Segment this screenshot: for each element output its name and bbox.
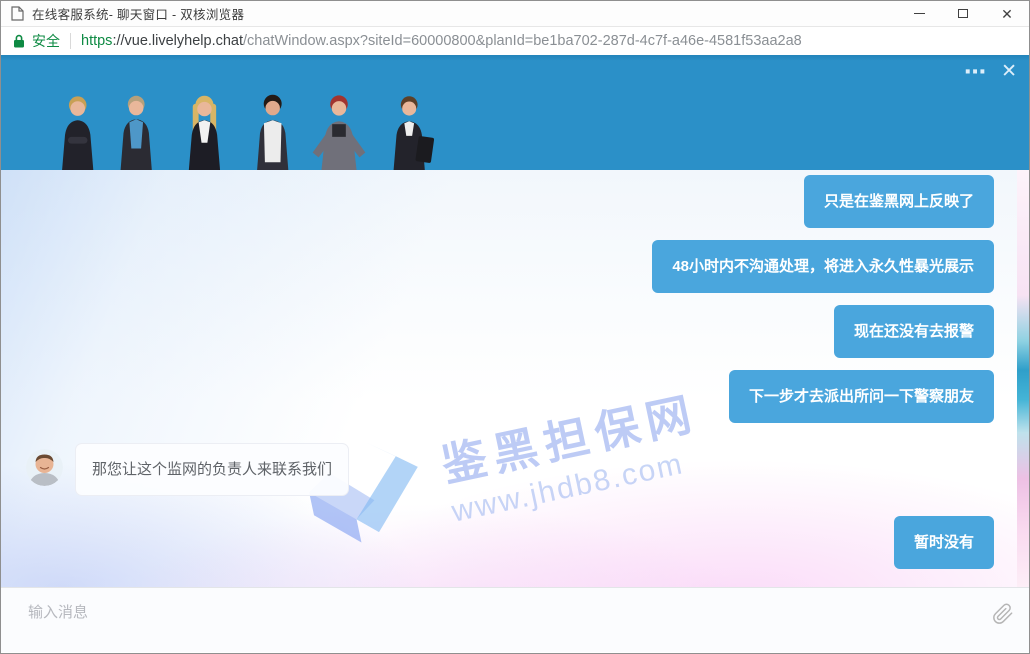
maximize-icon bbox=[958, 9, 968, 18]
chat-bubble-outgoing: 暂时没有 bbox=[894, 516, 994, 569]
person-5 bbox=[313, 95, 366, 170]
chat-bubble-outgoing: 只是在鉴黑网上反映了 bbox=[804, 175, 994, 228]
maximize-button[interactable] bbox=[941, 1, 985, 26]
message-input[interactable] bbox=[1, 588, 1029, 652]
chat-close-icon[interactable]: ✕ bbox=[1001, 61, 1017, 83]
chat-bubble-outgoing: 现在还没有去报警 bbox=[834, 305, 994, 358]
address-bar[interactable]: 安全 https://vue.livelyhelp.chat/chatWindo… bbox=[1, 27, 1029, 55]
message-row: 现在还没有去报警 bbox=[26, 305, 994, 358]
message-row: 48小时内不沟通处理，将进入永久性暴光展示 bbox=[26, 240, 994, 293]
chat-header: ⋯ ✕ bbox=[1, 55, 1029, 170]
message-row: 下一步才去派出所问一下警察朋友 bbox=[26, 370, 994, 423]
paperclip-icon[interactable] bbox=[992, 603, 1014, 625]
lock-icon bbox=[13, 34, 25, 48]
window-titlebar: 在线客服系统- 聊天窗口 - 双核浏览器 ✕ bbox=[1, 1, 1029, 27]
person-6 bbox=[394, 96, 435, 170]
url-path: /chatWindow.aspx?siteId=60000800&planId=… bbox=[243, 33, 802, 49]
agent-avatar bbox=[26, 449, 63, 486]
chat-menu-icon[interactable]: ⋯ bbox=[964, 61, 986, 83]
message-row: 暂时没有 bbox=[26, 516, 994, 569]
page-icon bbox=[11, 6, 24, 21]
person-4 bbox=[257, 95, 288, 170]
url-scheme: https bbox=[81, 33, 112, 49]
window-title: 在线客服系统- 聊天窗口 - 双核浏览器 bbox=[32, 4, 244, 23]
chat-bubble-outgoing: 下一步才去派出所问一下警察朋友 bbox=[729, 370, 994, 423]
close-button[interactable]: ✕ bbox=[985, 1, 1029, 26]
chat-header-actions: ⋯ ✕ bbox=[964, 61, 1017, 83]
chat-bubble-incoming: 那您让这个监网的负责人来联系我们 bbox=[75, 443, 349, 496]
message-input-area bbox=[1, 587, 1029, 652]
person-1 bbox=[62, 96, 93, 170]
browser-window: 在线客服系统- 聊天窗口 - 双核浏览器 ✕ 安全 https://vue.li… bbox=[0, 0, 1030, 654]
person-3 bbox=[189, 96, 220, 170]
message-row: 只是在鉴黑网上反映了 bbox=[26, 175, 994, 228]
address-separator bbox=[70, 33, 71, 49]
chat-bubble-outgoing: 48小时内不沟通处理，将进入永久性暴光展示 bbox=[652, 240, 994, 293]
url-field[interactable]: https://vue.livelyhelp.chat/chatWindow.a… bbox=[81, 33, 802, 49]
close-icon: ✕ bbox=[1001, 7, 1013, 21]
message-list: 只是在鉴黑网上反映了 48小时内不沟通处理，将进入永久性暴光展示 现在还没有去报… bbox=[1, 170, 1029, 587]
minimize-icon bbox=[914, 13, 925, 14]
team-photo bbox=[55, 92, 467, 170]
secure-label: 安全 bbox=[32, 31, 60, 51]
url-host: ://vue.livelyhelp.chat bbox=[112, 33, 243, 49]
message-row: 那您让这个监网的负责人来联系我们 bbox=[26, 443, 994, 496]
window-controls: ✕ bbox=[897, 1, 1029, 26]
chat-body: 鉴黑担保网 www.jhdb8.com 只是在鉴黑网上反映了 48小时内不沟通处… bbox=[1, 170, 1029, 587]
person-2 bbox=[121, 96, 152, 170]
minimize-button[interactable] bbox=[897, 1, 941, 26]
